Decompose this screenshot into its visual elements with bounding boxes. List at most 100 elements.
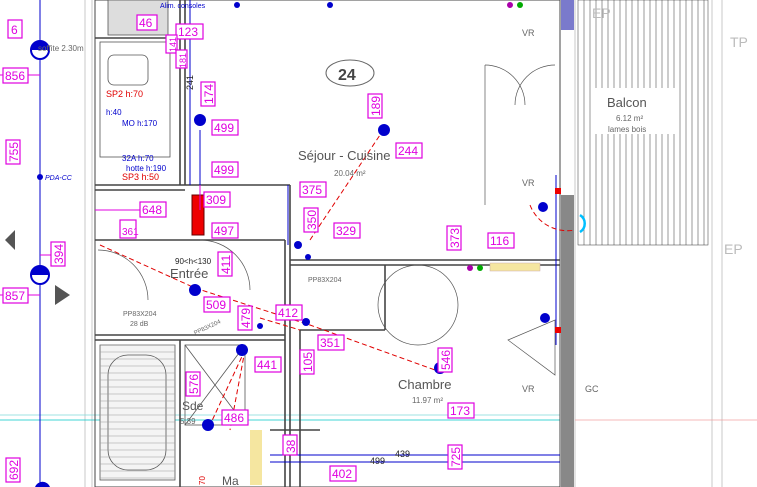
svg-text:241: 241 [185, 75, 195, 90]
outlet-symbols [5, 2, 561, 431]
tag-375: 375 [299, 181, 327, 198]
tag-244: 244 [395, 142, 423, 159]
svg-text:38: 38 [284, 439, 298, 453]
tag-351: 351 [317, 334, 345, 351]
tag-361: 361 [119, 219, 139, 239]
code-vr-bottom: VR [522, 384, 535, 394]
svg-text:499: 499 [214, 163, 234, 177]
svg-text:725: 725 [449, 447, 463, 467]
svg-text:116: 116 [490, 234, 509, 248]
tag-350: 350 [303, 207, 319, 233]
room-sejour-area: 20.04 m² [334, 169, 366, 178]
floor-plan-canvas: 439 499 24 Séjour - Cuisine 20.04 m² Bal… [0, 0, 757, 487]
room-chambre-name: Chambre [398, 377, 451, 392]
svg-text:755: 755 [7, 142, 21, 162]
kitchen-counter [489, 262, 541, 272]
svg-text:411: 411 [219, 255, 233, 274]
tag-499a: 499 [211, 119, 239, 136]
svg-text:329: 329 [336, 224, 356, 238]
svg-text:692: 692 [7, 460, 21, 480]
svg-text:486: 486 [224, 411, 244, 425]
svg-text:6: 6 [11, 23, 18, 37]
tag-116: 116 [487, 232, 515, 249]
svg-text:375: 375 [302, 183, 322, 197]
svg-text:546: 546 [439, 350, 453, 370]
tag-173: 173 [447, 402, 475, 419]
room-entree-name: Entrée [170, 266, 208, 281]
partition-note: 28 dB [130, 321, 149, 328]
floor-plan-drawing: 439 499 24 Séjour - Cuisine 20.04 m² Bal… [0, 0, 757, 487]
svg-text:509: 509 [206, 298, 226, 312]
code-tp: TP [730, 34, 748, 50]
door-swings [97, 64, 556, 376]
partition-label-1: PP83X204 [308, 277, 342, 284]
room-sdb-name: Sde [182, 399, 204, 413]
tag-576: 576 [185, 371, 201, 397]
outlet-partial [35, 481, 50, 487]
svg-text:394: 394 [52, 244, 66, 264]
tag-174: 174 [200, 81, 216, 107]
svg-text:499: 499 [214, 121, 234, 135]
tag-123: 123 [175, 23, 204, 40]
tag-486: 486 [221, 409, 249, 426]
dimension-tags: 46 123 141 181 241 174 499 499 856 755 6… [2, 14, 515, 485]
partition-label-2: PP83X204 [123, 311, 157, 318]
svg-text:123: 123 [178, 25, 198, 39]
room-balcon-name: Balcon [607, 95, 647, 110]
svg-text:361: 361 [122, 227, 139, 238]
svg-text:479: 479 [239, 308, 253, 328]
svg-text:105: 105 [301, 352, 315, 372]
tag-394: 394 [50, 241, 66, 267]
annotation-32a: 32A h:70 [122, 154, 154, 163]
annotation-pdacc: PDA-CC [45, 175, 73, 182]
tag-856: 856 [2, 67, 29, 84]
svg-text:351: 351 [320, 336, 340, 350]
annotation-sp2: SP2 h:70 [106, 89, 143, 99]
tag-411: 411 [217, 251, 233, 277]
tag-402: 402 [329, 465, 357, 482]
tag-441: 441 [254, 356, 282, 373]
partition-label-3: PP83X204 [193, 319, 222, 337]
svg-text:497: 497 [214, 224, 234, 238]
tag-648: 648 [139, 201, 167, 218]
facade-wall [561, 195, 574, 487]
code-ep-top: EP [592, 5, 611, 21]
room-sejour-name: Séjour - Cuisine [298, 148, 391, 163]
room-sdb-area: 5.39 [180, 417, 196, 426]
svg-text:856: 856 [5, 69, 25, 83]
tag-412: 412 [275, 304, 303, 321]
svg-text:70: 70 [198, 476, 207, 485]
tag-499b: 499 [211, 161, 239, 178]
tag-105: 105 [299, 349, 315, 375]
svg-text:46: 46 [139, 16, 153, 30]
annotation-alim: Alim. consoles [160, 3, 206, 10]
tag-546: 546 [437, 347, 453, 373]
tag-241: 241 [185, 75, 195, 90]
tag-70: 70 [198, 476, 207, 485]
svg-text:373: 373 [448, 228, 462, 248]
annotation-90-130: 90<h<130 [175, 257, 212, 266]
electric-panel [191, 194, 205, 236]
dim-499: 499 [370, 456, 385, 466]
dim-439: 439 [395, 449, 410, 459]
code-gc: GC [585, 384, 599, 394]
annotation-h40: h:40 [106, 108, 122, 117]
tag-857: 857 [2, 287, 29, 304]
svg-text:648: 648 [142, 203, 162, 217]
room-chambre-area: 11.97 m² [412, 396, 443, 405]
room-bottom-name: Ma [222, 474, 239, 487]
annotation-mo: MO h:170 [122, 119, 158, 128]
tag-692: 692 [5, 457, 21, 483]
tag-189: 189 [367, 93, 383, 119]
room-balcon-note: lames bois [608, 125, 646, 134]
unit-number: 24 [338, 67, 356, 84]
tag-373: 373 [446, 225, 462, 251]
svg-text:181: 181 [178, 53, 188, 68]
svg-text:350: 350 [305, 210, 319, 230]
facade-column [561, 0, 574, 30]
svg-text:174: 174 [202, 84, 216, 104]
tag-479: 479 [237, 305, 253, 331]
tag-497: 497 [211, 222, 239, 239]
svg-text:576: 576 [187, 374, 201, 394]
svg-text:189: 189 [369, 96, 383, 116]
